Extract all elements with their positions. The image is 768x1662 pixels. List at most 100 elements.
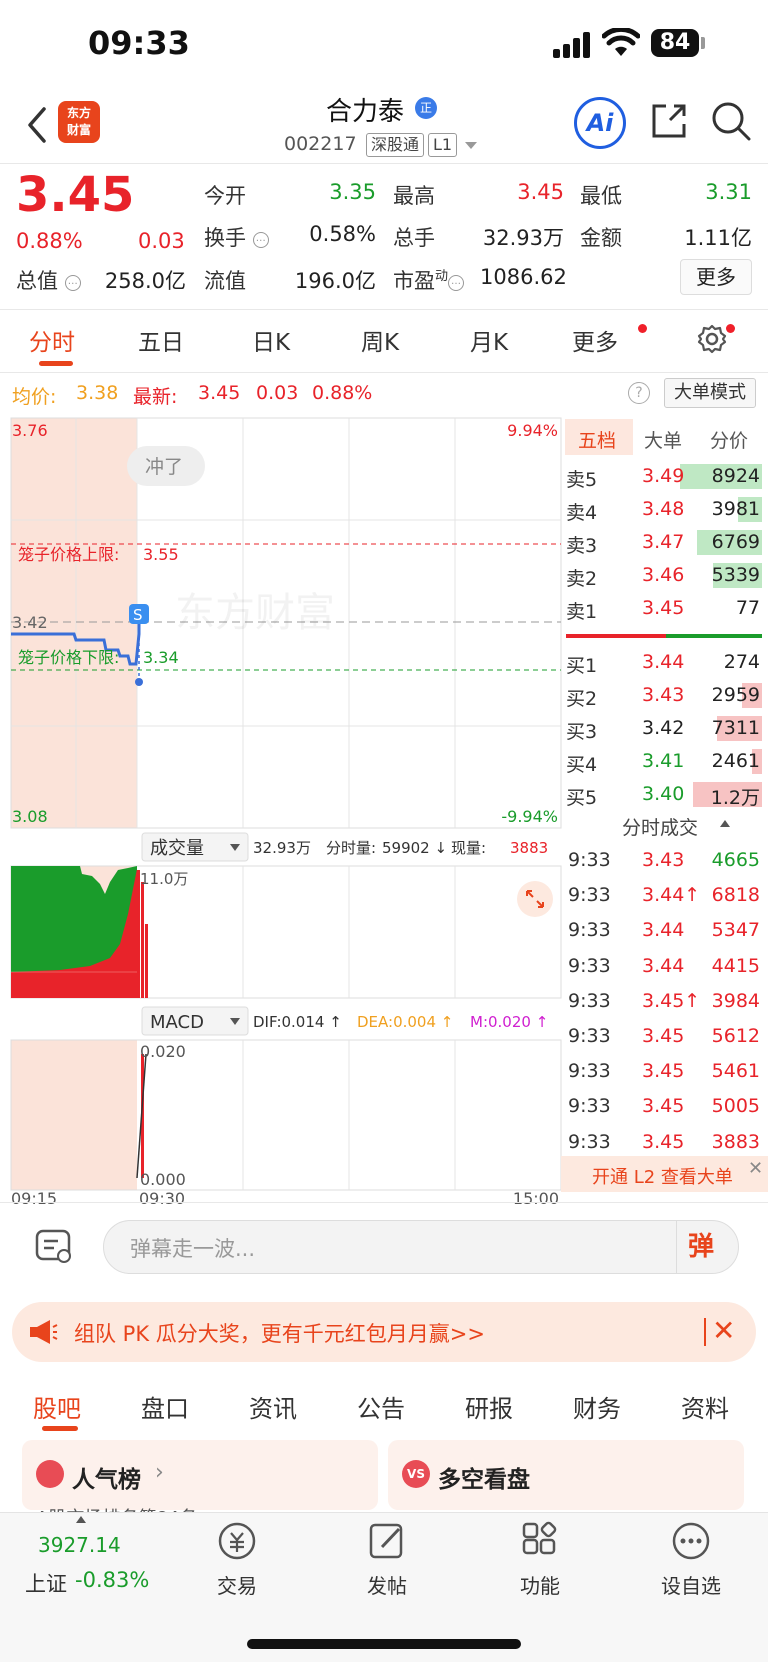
bid-row[interactable]: 买2 3.43 2959 (566, 679, 762, 712)
danmu-button[interactable]: 弹 (688, 1226, 728, 1266)
trade-icon[interactable] (216, 1520, 258, 1562)
connect-tag: 深股通 (366, 133, 425, 157)
macd-dif: DIF:0.014 ↑ (253, 1013, 342, 1031)
nav-functions[interactable]: 功能 (495, 1570, 585, 1599)
ask-row[interactable]: 卖3 3.47 6769 (566, 526, 762, 559)
more-fields-button[interactable]: 更多 (680, 259, 752, 295)
nav-trade[interactable]: 交易 (192, 1570, 282, 1599)
caret-up-icon[interactable] (720, 820, 730, 827)
ticks-title[interactable]: 分时成交 (622, 813, 698, 840)
bid-row[interactable]: 买5 3.40 1.2万 (566, 778, 762, 811)
close-icon[interactable]: ✕ (712, 1314, 735, 1347)
ask-volume: 8924 (711, 465, 760, 487)
tick-time: 9:33 (568, 1130, 611, 1153)
tick-time: 9:33 (568, 884, 611, 907)
tab-month-k[interactable]: 月K (470, 323, 508, 357)
index-change[interactable]: -0.83% (75, 1568, 149, 1592)
tab-orderbook[interactable]: 盘口 (141, 1389, 189, 1424)
ask-row[interactable]: 卖5 3.49 8924 (566, 460, 762, 493)
tab-finance[interactable]: 财务 (573, 1389, 621, 1424)
more-icon[interactable] (670, 1520, 712, 1562)
ask-volume: 3981 (711, 498, 760, 520)
tab-forum[interactable]: 股吧 (33, 1389, 81, 1424)
back-icon[interactable] (22, 103, 52, 147)
input-divider (676, 1221, 677, 1273)
volume-period-label: 分时量: (326, 839, 376, 857)
watermark: 东方财富 (175, 590, 335, 636)
tick-price: 3.44 (642, 954, 685, 977)
nav-add-watchlist[interactable]: 设自选 (646, 1570, 736, 1599)
ask-row[interactable]: 卖2 3.46 5339 (566, 559, 762, 592)
tab-news[interactable]: 资讯 (249, 1389, 297, 1424)
chevron-down-icon[interactable] (465, 142, 477, 149)
index-value[interactable]: 3927.14 (38, 1533, 121, 1557)
status-time: 09:33 (88, 24, 190, 62)
intraday-chart[interactable]: 东方财富 S 冲了 3.76 9.94% 3.08 -9.94% 3.42 笼子… (0, 414, 562, 1204)
bull-bear-title[interactable]: 多空看盘 (438, 1460, 530, 1494)
lower-limit-value: 3.34 (143, 648, 179, 667)
l2-promo-text[interactable]: 开通 L2 查看大单 (592, 1163, 733, 1189)
tick-time: 9:33 (568, 849, 611, 871)
pe-value: 1086.62 (480, 265, 567, 289)
help-icon[interactable]: ? (628, 382, 650, 404)
info-icon[interactable]: … (448, 275, 465, 291)
tick-time: 9:33 (568, 1060, 611, 1083)
tab-five-levels[interactable]: 五档 (578, 426, 616, 453)
tick-price: 3.43 (642, 849, 685, 871)
buy-sell-ratio-red (566, 634, 666, 638)
bid-price: 3.44 (642, 651, 685, 673)
chevron-right-icon[interactable]: › (155, 1460, 164, 1485)
tab-profile[interactable]: 资料 (681, 1389, 729, 1424)
post-icon[interactable] (366, 1520, 408, 1562)
tab-research[interactable]: 研报 (465, 1389, 513, 1424)
bid-volume: 1.2万 (710, 787, 760, 809)
volume-bar (145, 924, 148, 998)
caret-up-icon[interactable] (76, 1516, 86, 1523)
latest-value: 3.45 (198, 382, 241, 404)
tab-big-orders[interactable]: 大单 (644, 426, 682, 453)
tab-week-k[interactable]: 周K (361, 323, 399, 357)
bid-row[interactable]: 买1 3.44 274 (566, 646, 762, 679)
tab-five-day[interactable]: 五日 (138, 323, 184, 357)
tick-volume: 5461 (711, 1060, 760, 1083)
functions-icon[interactable] (519, 1520, 561, 1562)
info-icon[interactable]: … (64, 275, 81, 291)
tab-more[interactable]: 更多 (572, 323, 618, 357)
float-cap-value: 196.0亿 (294, 269, 376, 293)
ask-price: 3.46 (642, 564, 685, 586)
tick-row: 9:33 3.45 5612 (566, 1019, 762, 1054)
tab-intraday[interactable]: 分时 (29, 323, 75, 357)
tick-volume: 5005 (711, 1095, 760, 1118)
tick-price: 3.45 (642, 1130, 685, 1153)
big-order-mode-button[interactable]: 大单模式 (664, 378, 756, 408)
tab-day-k[interactable]: 日K (252, 323, 290, 357)
popularity-title[interactable]: 人气榜 (72, 1460, 141, 1494)
turnover-label: 换手 … (204, 222, 269, 252)
volume-bar (137, 870, 140, 998)
search-icon[interactable] (710, 100, 752, 142)
bid-row[interactable]: 买4 3.41 2461 (566, 745, 762, 778)
price-dot (135, 678, 143, 686)
bid-label: 买1 (566, 655, 598, 677)
volume-axis-top: 11.0万 (140, 870, 188, 888)
ask-row[interactable]: 卖4 3.48 3981 (566, 493, 762, 526)
ai-button[interactable]: Ai (574, 97, 626, 149)
home-indicator (247, 1639, 521, 1649)
banner-text[interactable]: 组队 PK 瓜分大奖，更有千元红包月月赢>> (74, 1318, 485, 1348)
bid-row[interactable]: 买3 3.42 7311 (566, 712, 762, 745)
tick-price: 3.45 (642, 1025, 685, 1047)
close-icon[interactable]: ✕ (748, 1158, 763, 1179)
cellular-signal-icon (553, 30, 593, 58)
ask-row[interactable]: 卖1 3.45 77 (566, 592, 762, 625)
index-name[interactable]: 上证 (25, 1568, 67, 1598)
ask-volume: 5339 (711, 564, 760, 586)
settings-icon[interactable] (696, 323, 728, 355)
share-icon[interactable] (648, 100, 690, 142)
tab-price-dist[interactable]: 分价 (710, 426, 748, 453)
tab-announcements[interactable]: 公告 (357, 1389, 405, 1424)
tick-volume: 5612 (711, 1025, 760, 1047)
comment-settings-icon[interactable] (34, 1226, 74, 1266)
expand-button (517, 881, 553, 917)
info-icon[interactable]: … (252, 232, 269, 248)
nav-post[interactable]: 发帖 (342, 1570, 432, 1599)
